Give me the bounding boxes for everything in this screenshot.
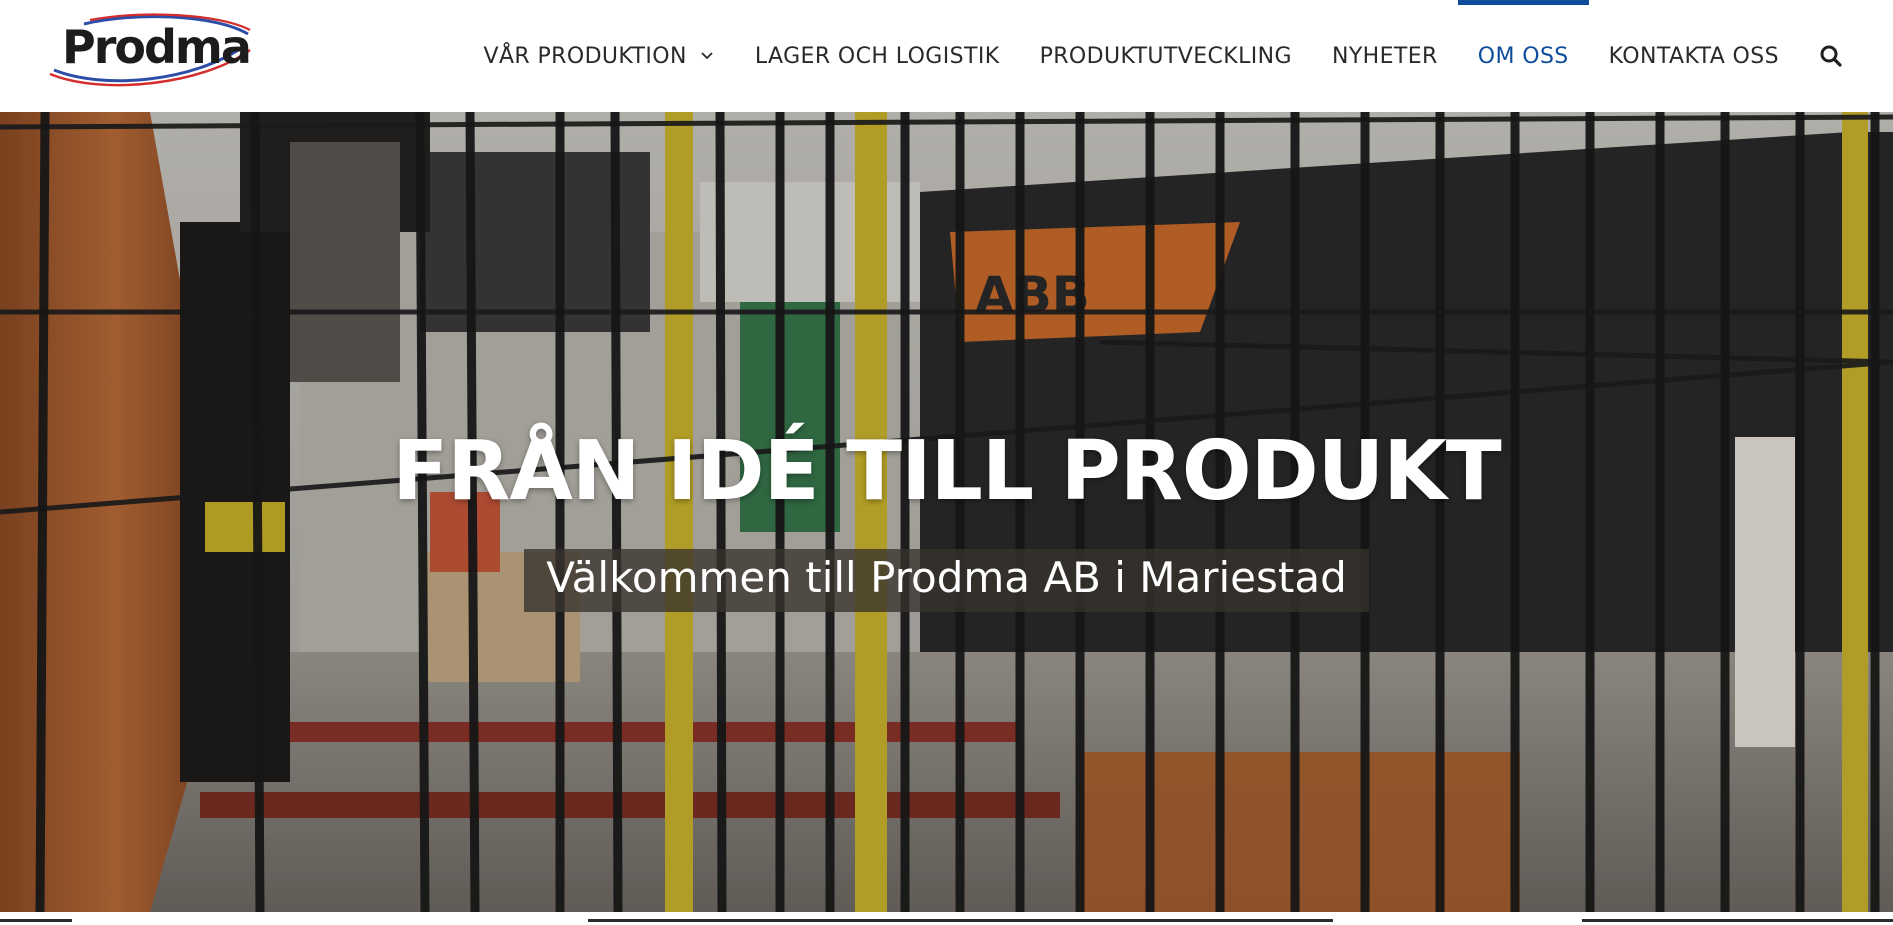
search-button[interactable] xyxy=(1799,0,1893,112)
divider-segment xyxy=(0,919,72,922)
nav-label: NYHETER xyxy=(1331,43,1438,69)
nav-om-oss[interactable]: OM OSS xyxy=(1457,0,1589,112)
nav-label: KONTAKTA OSS xyxy=(1608,43,1779,69)
chevron-down-icon xyxy=(701,52,713,60)
hero-subtitle: Välkommen till Prodma AB i Mariestad xyxy=(524,549,1369,612)
site-header: Prodma VÅR PRODUKTION LAGER OCH LOGISTIK… xyxy=(0,0,1893,112)
hero-title: FRÅN IDÉ TILL PRODUKT xyxy=(392,424,1502,519)
main-navigation: VÅR PRODUKTION LAGER OCH LOGISTIK PRODUK… xyxy=(464,0,1893,112)
prodma-logo[interactable]: Prodma xyxy=(44,12,254,88)
nav-nyheter[interactable]: NYHETER xyxy=(1312,0,1458,112)
nav-label: VÅR PRODUKTION xyxy=(483,43,687,69)
divider-segment xyxy=(1582,919,1893,922)
content-divider xyxy=(0,912,1893,925)
nav-produktutveckling[interactable]: PRODUKTUTVECKLING xyxy=(1020,0,1312,112)
hero-banner: ABB FRÅN IDÉ TILL PRODUKT Välkommen till… xyxy=(0,112,1893,912)
logo-swoosh: Prodma xyxy=(49,13,252,87)
hero-subtitle-wrap: Välkommen till Prodma AB i Mariestad xyxy=(0,549,1893,612)
divider-segment xyxy=(588,919,1333,922)
nav-kontakta-oss[interactable]: KONTAKTA OSS xyxy=(1589,0,1799,112)
nav-var-produktion[interactable]: VÅR PRODUKTION xyxy=(464,0,735,112)
nav-label: OM OSS xyxy=(1477,43,1569,69)
search-icon xyxy=(1820,45,1842,67)
logo-wordmark: Prodma xyxy=(62,20,250,74)
nav-label: PRODUKTUTVECKLING xyxy=(1039,43,1292,69)
nav-lager-och-logistik[interactable]: LAGER OCH LOGISTIK xyxy=(735,0,1020,112)
nav-label: LAGER OCH LOGISTIK xyxy=(754,43,1000,69)
